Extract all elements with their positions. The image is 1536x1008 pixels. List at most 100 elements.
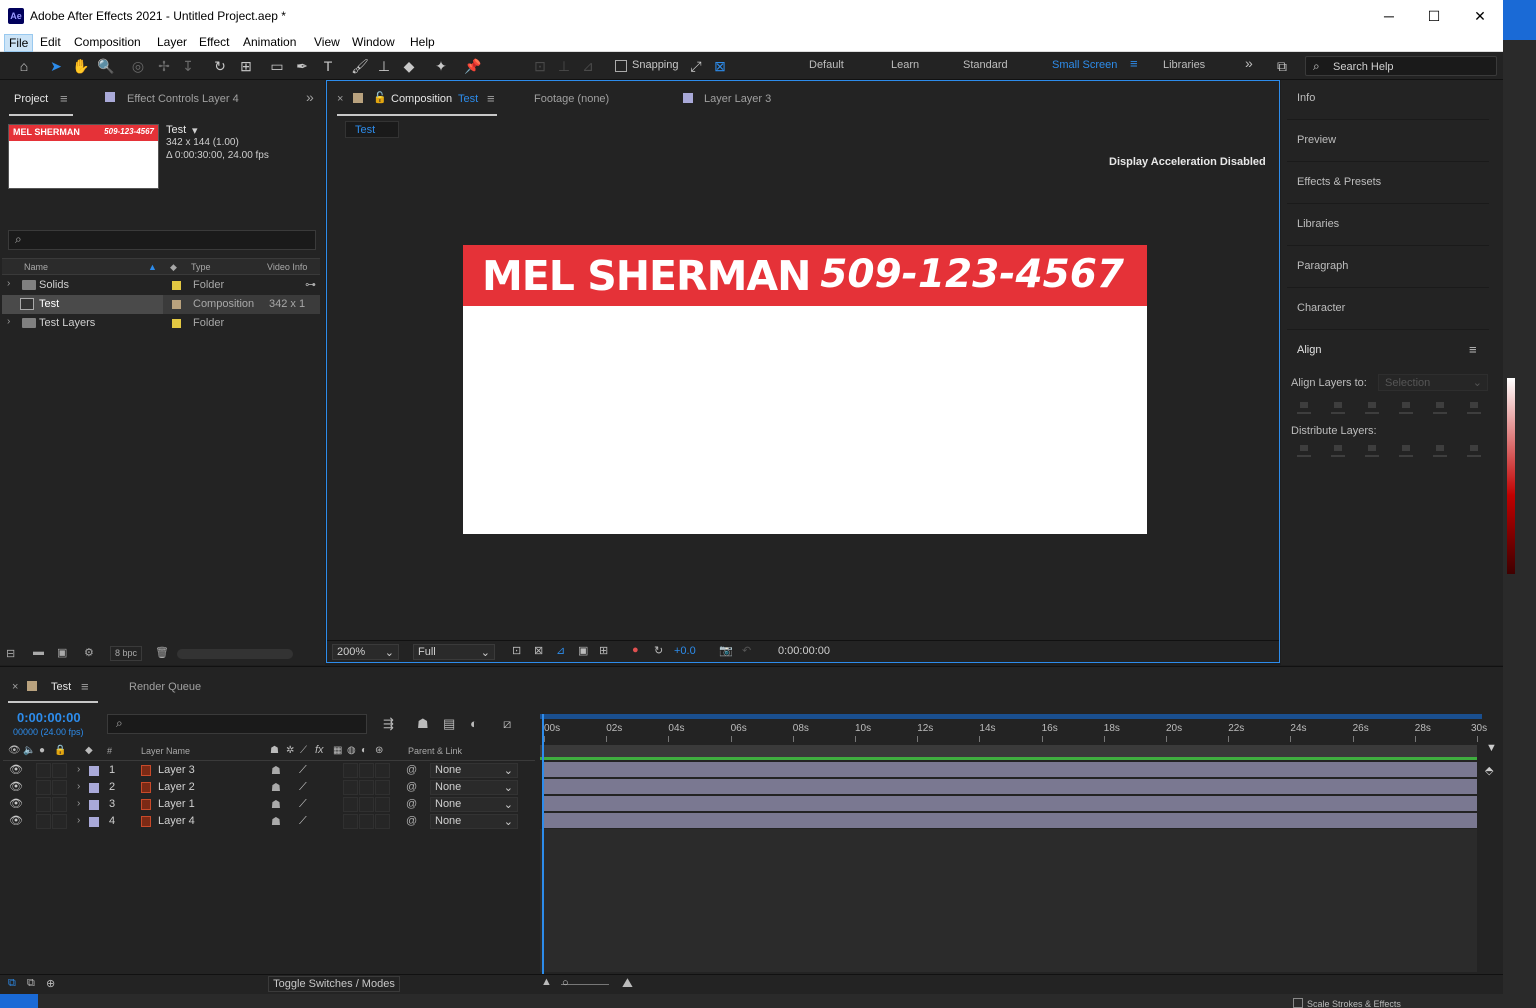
frame-blend-switch-icon[interactable]: ▦: [333, 745, 342, 756]
column-video-info[interactable]: Video Info: [267, 262, 307, 272]
pick-whip-icon[interactable]: @: [406, 798, 417, 810]
quality-icon[interactable]: ⟋: [299, 764, 307, 777]
tab-timeline-test[interactable]: Test: [51, 681, 71, 693]
close-timeline-tab-icon[interactable]: ×: [12, 681, 18, 693]
layer-label-swatch[interactable]: [89, 766, 99, 776]
tab-project[interactable]: Project: [14, 93, 48, 105]
project-row-test[interactable]: Test Composition 342 x 1: [2, 295, 320, 314]
eye-icon[interactable]: 👁: [9, 797, 23, 810]
lock-box[interactable]: [52, 814, 67, 829]
in-out-pane-icon[interactable]: ⊕: [46, 977, 55, 990]
bit-depth-button[interactable]: 8 bpc: [110, 646, 142, 661]
comp-end-marker-icon[interactable]: ▼: [1486, 742, 1497, 754]
flowchart-icon[interactable]: ⊶: [305, 278, 316, 291]
comp-navigator-tab[interactable]: Test: [345, 121, 399, 138]
quality-icon[interactable]: ⟋: [299, 781, 307, 794]
eraser-tool-icon[interactable]: ◆: [399, 56, 419, 76]
tab-composition-label[interactable]: Composition: [391, 93, 452, 105]
layer-label-swatch[interactable]: [89, 783, 99, 793]
switch-box[interactable]: [359, 763, 374, 778]
switch-box[interactable]: [375, 763, 390, 778]
adjustment-layer-switch-icon[interactable]: ◐: [361, 745, 367, 756]
label-swatch[interactable]: [172, 281, 181, 290]
project-row-solids[interactable]: › Solids Folder ⊶: [2, 276, 320, 295]
comp-duration-bar[interactable]: [540, 745, 1477, 757]
layer-duration-bar[interactable]: [543, 779, 1477, 795]
grid-guides-icon[interactable]: ⊞: [599, 644, 608, 657]
lock-box[interactable]: [52, 780, 67, 795]
comp-marker-bin-icon[interactable]: ⬘: [1485, 764, 1493, 777]
layer-label-swatch[interactable]: [89, 800, 99, 810]
3d-layer-switch-icon[interactable]: ⊛: [375, 745, 383, 756]
menu-help[interactable]: Help: [406, 34, 439, 50]
menu-animation[interactable]: Animation: [239, 34, 300, 50]
maximize-button[interactable]: ☐: [1419, 6, 1449, 26]
quality-icon[interactable]: ⟋: [299, 815, 307, 828]
distribute-right-icon[interactable]: [1467, 443, 1481, 457]
layer-name[interactable]: Layer 1: [158, 798, 195, 810]
collapse-switch-icon[interactable]: ✲: [286, 745, 294, 756]
switch-box[interactable]: [375, 814, 390, 829]
rectangle-tool-icon[interactable]: ▭: [267, 56, 287, 76]
solo-box[interactable]: [36, 814, 51, 829]
snap-features-icon[interactable]: ⊠: [710, 56, 730, 76]
project-panel-menu-icon[interactable]: ≡: [60, 91, 68, 106]
graph-editor-icon[interactable]: ⧄: [503, 716, 511, 732]
reset-exposure-icon[interactable]: ↻: [654, 644, 663, 657]
search-help-field[interactable]: ⌕ Search Help: [1305, 56, 1497, 76]
composition-canvas[interactable]: MEL SHERMAN 509-123-4567: [463, 245, 1147, 534]
menu-window[interactable]: Window: [348, 34, 399, 50]
shy-icon[interactable]: ☗: [271, 764, 281, 777]
zoom-tool-icon[interactable]: 🔍: [96, 56, 116, 76]
canvas-name-text[interactable]: MEL SHERMAN: [482, 252, 811, 300]
solo-toggle-icon[interactable]: ●: [39, 745, 45, 756]
current-time-indicator[interactable]: [542, 714, 544, 974]
expand-arrow-icon[interactable]: ›: [7, 278, 10, 289]
layer-duration-bar[interactable]: [543, 796, 1477, 812]
align-top-icon[interactable]: [1399, 400, 1413, 414]
show-snapshot-icon[interactable]: ↶: [742, 644, 751, 657]
parent-dropdown[interactable]: None ⌄: [430, 763, 518, 778]
layer-duration-bar[interactable]: [543, 762, 1477, 778]
close-tab-icon[interactable]: ×: [337, 93, 343, 105]
panel-character[interactable]: Character: [1287, 290, 1489, 330]
project-item-name[interactable]: Test: [166, 124, 186, 136]
shy-icon[interactable]: ☗: [271, 781, 281, 794]
column-type[interactable]: Type: [191, 262, 211, 272]
resolution-dropdown[interactable]: Full ⌄: [413, 644, 495, 660]
new-folder-icon[interactable]: ▬: [33, 646, 44, 658]
lock-toggle-icon[interactable]: 🔒: [54, 745, 66, 756]
pan-camera-icon[interactable]: ✢: [154, 56, 174, 76]
parent-dropdown[interactable]: None ⌄: [430, 780, 518, 795]
motion-blur-switch-icon[interactable]: ◍: [347, 745, 356, 756]
expand-chevron-icon[interactable]: ›: [77, 815, 80, 826]
distribute-top-icon[interactable]: [1297, 443, 1311, 457]
local-axis-mode-icon[interactable]: ⊡: [530, 56, 550, 76]
home-icon[interactable]: ⌂: [14, 56, 34, 76]
tab-layer[interactable]: Layer Layer 3: [704, 93, 771, 105]
panel-libraries[interactable]: Libraries: [1287, 206, 1489, 246]
rotation-tool-icon[interactable]: ↻: [210, 56, 230, 76]
layer-row[interactable]: 👁 › 1 Layer 3 ☗ ⟋ @ None ⌄: [3, 762, 535, 779]
parent-dropdown[interactable]: None ⌄: [430, 797, 518, 812]
selection-tool-icon[interactable]: ➤: [46, 56, 66, 76]
layer-name[interactable]: Layer 2: [158, 781, 195, 793]
workspace-overflow-icon[interactable]: »: [1245, 55, 1253, 71]
view-axis-mode-icon[interactable]: ⊿: [578, 56, 598, 76]
world-axis-mode-icon[interactable]: ⊥: [554, 56, 574, 76]
menu-edit[interactable]: Edit: [36, 34, 65, 50]
orbit-camera-icon[interactable]: ◎: [128, 56, 148, 76]
comp-timecode[interactable]: 0:00:00:00: [778, 645, 830, 657]
shy-icon[interactable]: ☗: [271, 815, 281, 828]
motion-blur-icon[interactable]: ◐: [470, 716, 478, 731]
switch-box[interactable]: [343, 763, 358, 778]
workspace-standard[interactable]: Standard: [963, 59, 1008, 71]
workspace-libraries[interactable]: Libraries: [1163, 59, 1205, 71]
project-item-dropdown-icon[interactable]: ▾: [192, 124, 198, 137]
workspace-default[interactable]: Default: [809, 59, 844, 71]
transparency-grid-icon[interactable]: ⊠: [534, 644, 543, 657]
type-tool-icon[interactable]: T: [318, 56, 338, 76]
mask-visibility-icon[interactable]: ▣: [578, 644, 588, 657]
menu-effect[interactable]: Effect: [195, 34, 233, 50]
panel-paragraph[interactable]: Paragraph: [1287, 248, 1489, 288]
